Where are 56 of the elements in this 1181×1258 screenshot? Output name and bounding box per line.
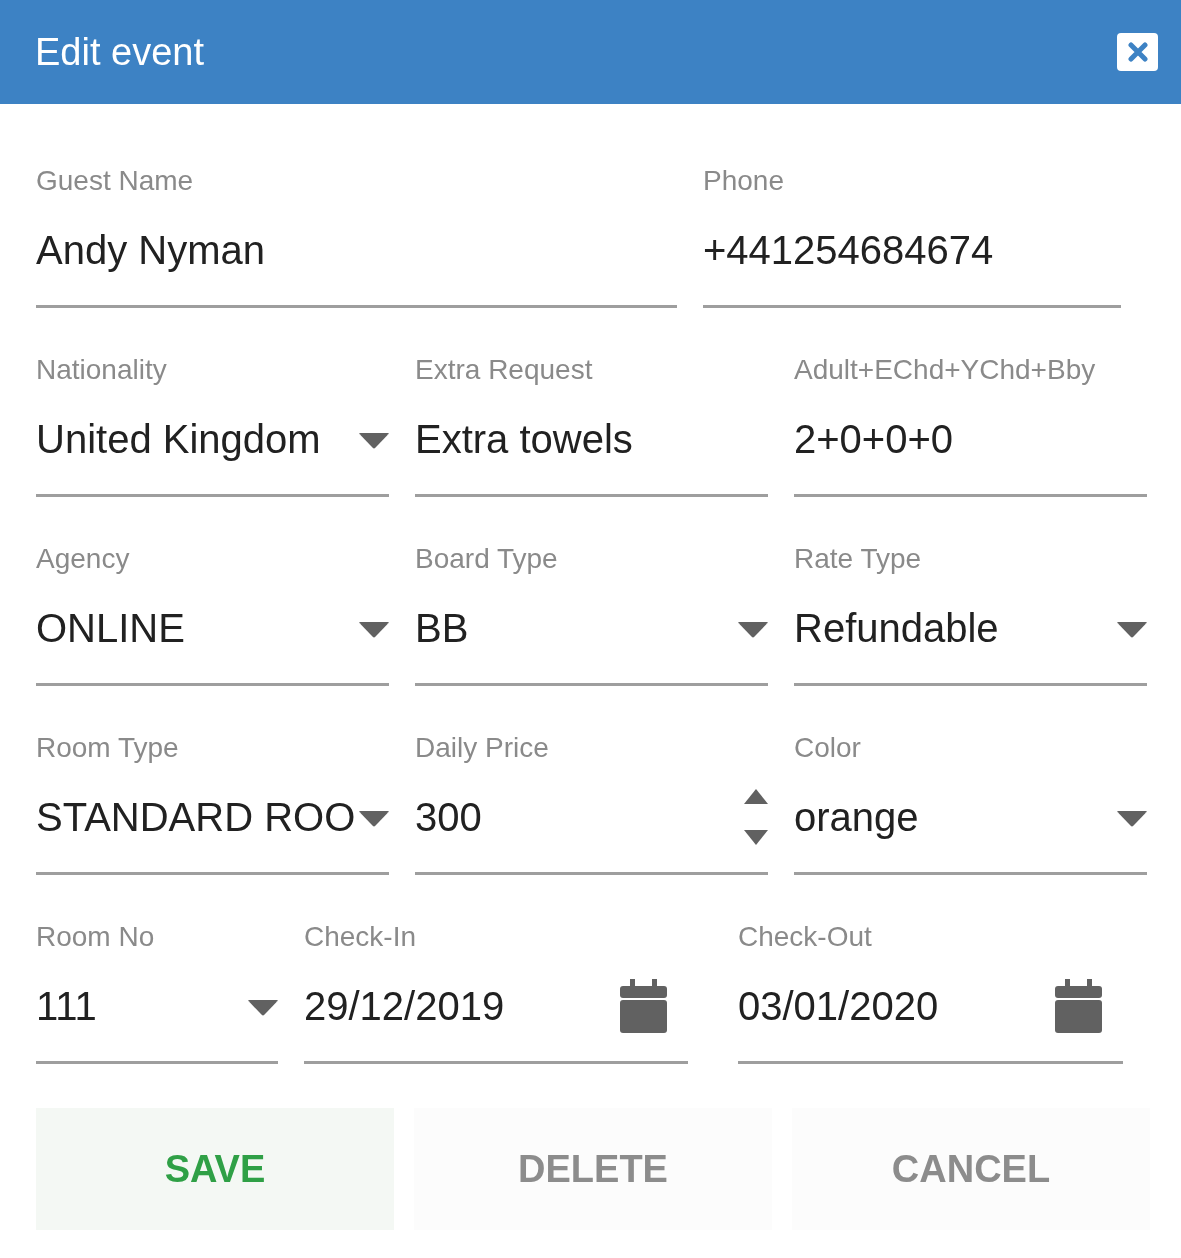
- caret-icon[interactable]: [359, 433, 389, 449]
- field-label: Agency: [36, 542, 130, 576]
- field-value: STANDARD ROO: [36, 794, 356, 841]
- text-field[interactable]: Andy Nyman: [36, 213, 677, 308]
- field-label: Board Type: [415, 542, 558, 576]
- down-triangle-icon[interactable]: [744, 830, 768, 845]
- field-value: 03/01/2020: [738, 983, 939, 1030]
- caret-icon[interactable]: [359, 622, 389, 638]
- field-label: Color: [794, 731, 861, 765]
- close-icon: [1127, 42, 1148, 62]
- dropdown-field[interactable]: STANDARD ROO: [36, 780, 389, 875]
- field-value: BB: [415, 605, 469, 652]
- field-label: Rate Type: [794, 542, 922, 576]
- number-field[interactable]: 300: [415, 780, 768, 875]
- field-label: Check-In: [304, 920, 417, 954]
- caret-icon[interactable]: [1117, 622, 1147, 638]
- caret-icon[interactable]: [248, 1000, 278, 1016]
- field-label: Daily Price: [415, 731, 549, 765]
- calendar-icon[interactable]: [620, 979, 667, 1033]
- dropdown-field[interactable]: ONLINE: [36, 591, 389, 686]
- field-value: 300: [415, 794, 482, 841]
- field-label: Nationality: [36, 353, 167, 387]
- field-value: Andy Nyman: [36, 227, 265, 274]
- field-label: Phone: [703, 164, 784, 198]
- text-field[interactable]: 2+0+0+0: [794, 402, 1147, 497]
- date-field[interactable]: 29/12/2019: [304, 969, 688, 1064]
- calendar-icon[interactable]: [1055, 979, 1102, 1033]
- caret-icon[interactable]: [1117, 811, 1147, 827]
- dropdown-field[interactable]: orange: [794, 780, 1147, 875]
- field-label: Check-Out: [738, 920, 872, 954]
- field-value: +441254684674: [703, 227, 994, 274]
- field-label: Guest Name: [36, 164, 194, 198]
- field-label: Room Type: [36, 731, 179, 765]
- caret-icon[interactable]: [738, 622, 768, 638]
- date-field[interactable]: 03/01/2020: [738, 969, 1123, 1064]
- field-value: 2+0+0+0: [794, 416, 954, 463]
- field-value: United Kingdom: [36, 416, 321, 463]
- dropdown-field[interactable]: United Kingdom: [36, 402, 389, 497]
- dropdown-field[interactable]: Refundable: [794, 591, 1147, 686]
- text-field[interactable]: +441254684674: [703, 213, 1121, 308]
- field-value: ONLINE: [36, 605, 185, 652]
- field-value: 29/12/2019: [304, 983, 505, 1030]
- field-value: 111: [36, 983, 97, 1030]
- dialog-title: Edit event: [35, 30, 204, 74]
- close-button[interactable]: [1117, 33, 1158, 71]
- field-label: Extra Request: [415, 353, 593, 387]
- dropdown-field[interactable]: 111: [36, 969, 278, 1064]
- field-value: orange: [794, 794, 919, 841]
- caret-icon[interactable]: [359, 811, 389, 827]
- text-field[interactable]: Extra towels: [415, 402, 768, 497]
- field-label: Room No: [36, 920, 155, 954]
- up-triangle-icon[interactable]: [744, 789, 768, 804]
- field-value: Refundable: [794, 605, 999, 652]
- field-label: Adult+EChd+YChd+Bby: [794, 353, 1096, 387]
- field-value: Extra towels: [415, 416, 633, 463]
- dropdown-field[interactable]: BB: [415, 591, 768, 686]
